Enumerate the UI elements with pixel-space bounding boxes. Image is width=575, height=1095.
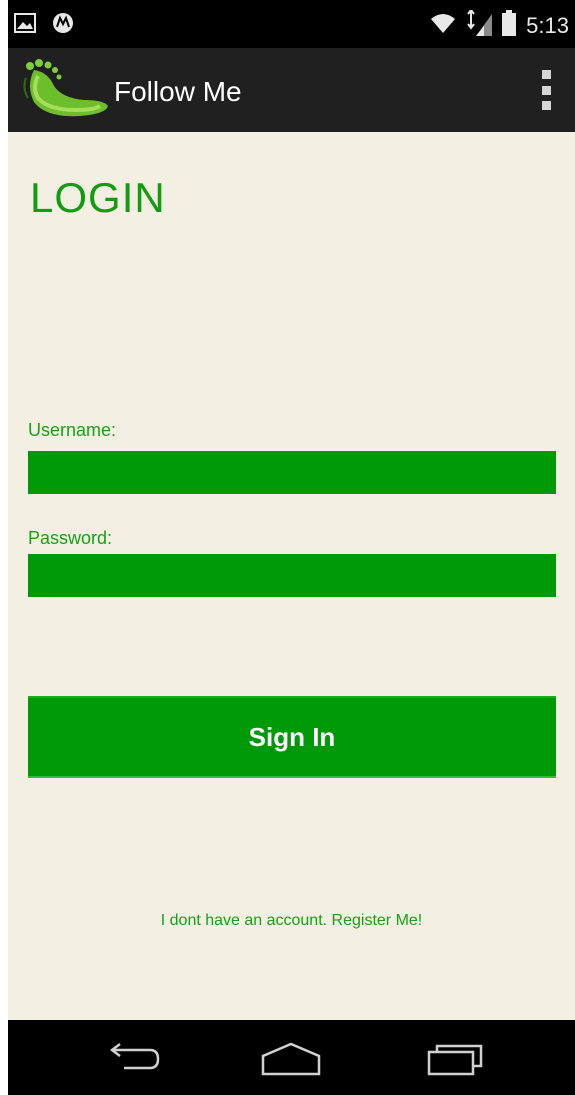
clock-time: 5:13 — [526, 12, 569, 38]
menu-dot — [541, 85, 551, 95]
password-field[interactable] — [28, 554, 556, 597]
wifi-icon — [430, 12, 456, 39]
menu-dot — [541, 101, 551, 110]
status-right-icons: 5:13 — [430, 8, 569, 41]
register-link[interactable]: I dont have an account. Register Me! — [8, 912, 575, 930]
status-left-icons — [14, 12, 74, 39]
status-bar: 5:13 — [8, 0, 575, 48]
password-label: Password: — [28, 528, 113, 548]
page-title: LOGIN — [30, 174, 166, 221]
action-bar: Follow Me — [8, 48, 575, 132]
username-field[interactable] — [28, 451, 556, 494]
menu-dot — [541, 70, 551, 79]
home-icon[interactable] — [260, 1042, 322, 1081]
recents-icon[interactable] — [426, 1042, 484, 1081]
signal-icon — [466, 8, 493, 41]
back-icon[interactable] — [104, 1042, 162, 1079]
app-title: Follow Me — [114, 76, 242, 107]
navigation-bar — [8, 1020, 575, 1095]
app-screen: 5:13 Follow Me LOGIN Username: Password:… — [8, 0, 575, 1095]
footprint-logo-icon[interactable] — [20, 58, 112, 127]
motorola-icon — [52, 12, 74, 39]
screen-bezel — [0, 0, 8, 1095]
login-form: LOGIN Username: Password: Sign In I dont… — [8, 132, 575, 1020]
overflow-menu-icon[interactable] — [539, 70, 553, 110]
username-label: Username: — [28, 420, 117, 440]
image-notification-icon — [14, 13, 36, 38]
battery-icon — [502, 10, 517, 41]
sign-in-button[interactable]: Sign In — [28, 696, 556, 778]
